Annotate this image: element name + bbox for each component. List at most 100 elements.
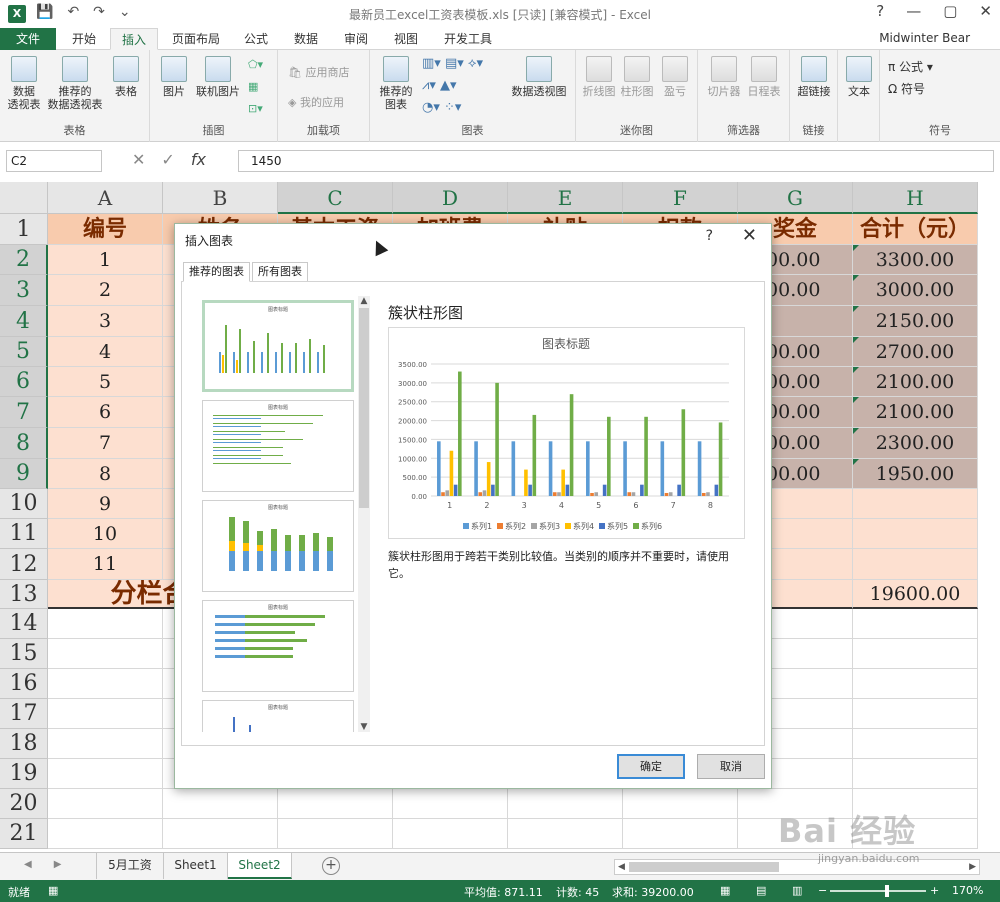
recommended-charts-button[interactable]: 推荐的 图表 <box>376 56 416 111</box>
column-header-d[interactable]: D <box>393 182 508 214</box>
tab-home[interactable]: 开始 <box>64 28 104 50</box>
row-header-20[interactable]: 20 <box>0 789 48 819</box>
tab-review[interactable]: 审阅 <box>336 28 376 50</box>
cell-b21[interactable] <box>163 819 278 849</box>
thumb-stacked-bar[interactable]: 图表标题 <box>202 600 354 692</box>
sparkline-winloss-button[interactable]: 盈亏 <box>660 56 690 98</box>
close-icon[interactable]: ✕ <box>979 2 992 20</box>
cell-h8[interactable]: 2300.00 <box>853 428 978 459</box>
save-icon[interactable]: 💾 <box>36 4 53 20</box>
cell-a7[interactable]: 6 <box>48 397 163 428</box>
normal-view-icon[interactable]: ▦ <box>720 884 730 897</box>
sparkline-column-button[interactable]: 柱形图 <box>620 56 654 98</box>
cell-h14[interactable] <box>853 609 978 639</box>
column-chart-icon[interactable]: ▥▾ ▤▾ ⟡▾ <box>422 56 483 71</box>
customize-qat-icon[interactable]: ⌄ <box>119 4 131 20</box>
thumb-stacked-column[interactable]: 图表标题 <box>202 500 354 592</box>
sheet-tab-sheet2[interactable]: Sheet2 <box>228 853 292 879</box>
cell-a15[interactable] <box>48 639 163 669</box>
zoom-slider[interactable] <box>830 890 926 892</box>
select-all-corner[interactable] <box>0 182 48 214</box>
text-button[interactable]: 文本 <box>844 56 874 98</box>
pivot-chart-button[interactable]: 数据透视图 <box>508 56 570 98</box>
tab-recommended-charts[interactable]: 推荐的图表 <box>183 262 250 282</box>
page-layout-view-icon[interactable]: ▤ <box>756 884 766 897</box>
tab-formulas[interactable]: 公式 <box>236 28 276 50</box>
slicer-button[interactable]: 切片器 <box>706 56 742 98</box>
cell-a5[interactable]: 4 <box>48 337 163 367</box>
column-header-g[interactable]: G <box>738 182 853 214</box>
cell-f20[interactable] <box>623 789 738 819</box>
scroll-up-icon[interactable]: ▲ <box>358 296 370 306</box>
undo-icon[interactable]: ↶ <box>67 4 79 20</box>
row-header-9[interactable]: 9 <box>0 459 48 489</box>
row-header-3[interactable]: 3 <box>0 275 48 306</box>
cell-a18[interactable] <box>48 729 163 759</box>
zoom-slider-handle[interactable] <box>885 885 889 897</box>
row-header-11[interactable]: 11 <box>0 519 48 549</box>
minimize-icon[interactable]: — <box>906 2 921 20</box>
cell-a10[interactable]: 9 <box>48 489 163 519</box>
cell-e21[interactable] <box>508 819 623 849</box>
name-box[interactable]: C2 <box>6 150 102 172</box>
pivot-table-button[interactable]: 数据 透视表 <box>6 56 42 111</box>
user-account[interactable]: Midwinter Bear <box>879 31 970 45</box>
cell-a4[interactable]: 3 <box>48 306 163 337</box>
cell-a16[interactable] <box>48 669 163 699</box>
cell-a17[interactable] <box>48 699 163 729</box>
row-header-10[interactable]: 10 <box>0 489 48 519</box>
cell-a20[interactable] <box>48 789 163 819</box>
prev-sheet-icon[interactable]: ◀ <box>24 859 32 870</box>
restore-icon[interactable]: ▢ <box>943 2 957 20</box>
total-value-cell[interactable]: 19600.00 <box>853 580 978 609</box>
symbol-button[interactable]: Ω 符号 <box>888 80 925 97</box>
cell-h16[interactable] <box>853 669 978 699</box>
row-header-12[interactable]: 12 <box>0 549 48 580</box>
row-header-5[interactable]: 5 <box>0 337 48 367</box>
column-header-h[interactable]: H <box>853 182 978 214</box>
pictures-button[interactable]: 图片 <box>158 56 190 98</box>
cell-a21[interactable] <box>48 819 163 849</box>
dialog-close-icon[interactable]: ✕ <box>742 225 757 246</box>
cell-h5[interactable]: 2700.00 <box>853 337 978 367</box>
dialog-help-icon[interactable]: ? <box>706 228 713 244</box>
column-header-b[interactable]: B <box>163 182 278 214</box>
cell-h6[interactable]: 2100.00 <box>853 367 978 397</box>
cell-h11[interactable] <box>853 519 978 549</box>
cell-h9[interactable]: 1950.00 <box>853 459 978 489</box>
scroll-down-icon[interactable]: ▼ <box>358 722 370 732</box>
cell-h4[interactable]: 2150.00 <box>853 306 978 337</box>
row-header-21[interactable]: 21 <box>0 819 48 849</box>
cell-h12[interactable] <box>853 549 978 580</box>
cancel-button[interactable]: 取消 <box>697 754 765 779</box>
cell-a6[interactable]: 5 <box>48 367 163 397</box>
cell-h3[interactable]: 3000.00 <box>853 275 978 306</box>
cell-a11[interactable]: 10 <box>48 519 163 549</box>
zoom-in-icon[interactable]: + <box>930 884 939 897</box>
cell-a9[interactable]: 8 <box>48 459 163 489</box>
cell-h2[interactable]: 3300.00 <box>853 245 978 275</box>
row-header-4[interactable]: 4 <box>0 306 48 337</box>
online-pictures-button[interactable]: 联机图片 <box>192 56 244 98</box>
thumb-clustered-column[interactable]: 图表标题 <box>202 300 354 392</box>
line-chart-icon[interactable]: ⩘▾ ▲▾ <box>422 78 457 93</box>
screenshot-icon[interactable]: ⊡▾ <box>248 102 263 115</box>
next-sheet-icon[interactable]: ▶ <box>54 859 62 870</box>
cell-a14[interactable] <box>48 609 163 639</box>
scrollbar-thumb[interactable] <box>359 308 369 508</box>
tab-file[interactable]: 文件 <box>0 28 56 50</box>
row-header-8[interactable]: 8 <box>0 428 48 459</box>
sheet-tab-may-salary[interactable]: 5月工资 <box>96 853 164 879</box>
row-header-16[interactable]: 16 <box>0 669 48 699</box>
thumb-clustered-bar[interactable]: 图表标题 <box>202 400 354 492</box>
hyperlink-button[interactable]: 超链接 <box>794 56 834 98</box>
shapes-icon[interactable]: ⬠▾ <box>248 58 263 71</box>
cell-b20[interactable] <box>163 789 278 819</box>
cell-h15[interactable] <box>853 639 978 669</box>
cell-c20[interactable] <box>278 789 393 819</box>
row-header-13[interactable]: 13 <box>0 580 48 609</box>
column-header-f[interactable]: F <box>623 182 738 214</box>
help-icon[interactable]: ? <box>876 2 884 20</box>
row-header-18[interactable]: 18 <box>0 729 48 759</box>
macro-record-icon[interactable]: ▦ <box>48 884 58 897</box>
